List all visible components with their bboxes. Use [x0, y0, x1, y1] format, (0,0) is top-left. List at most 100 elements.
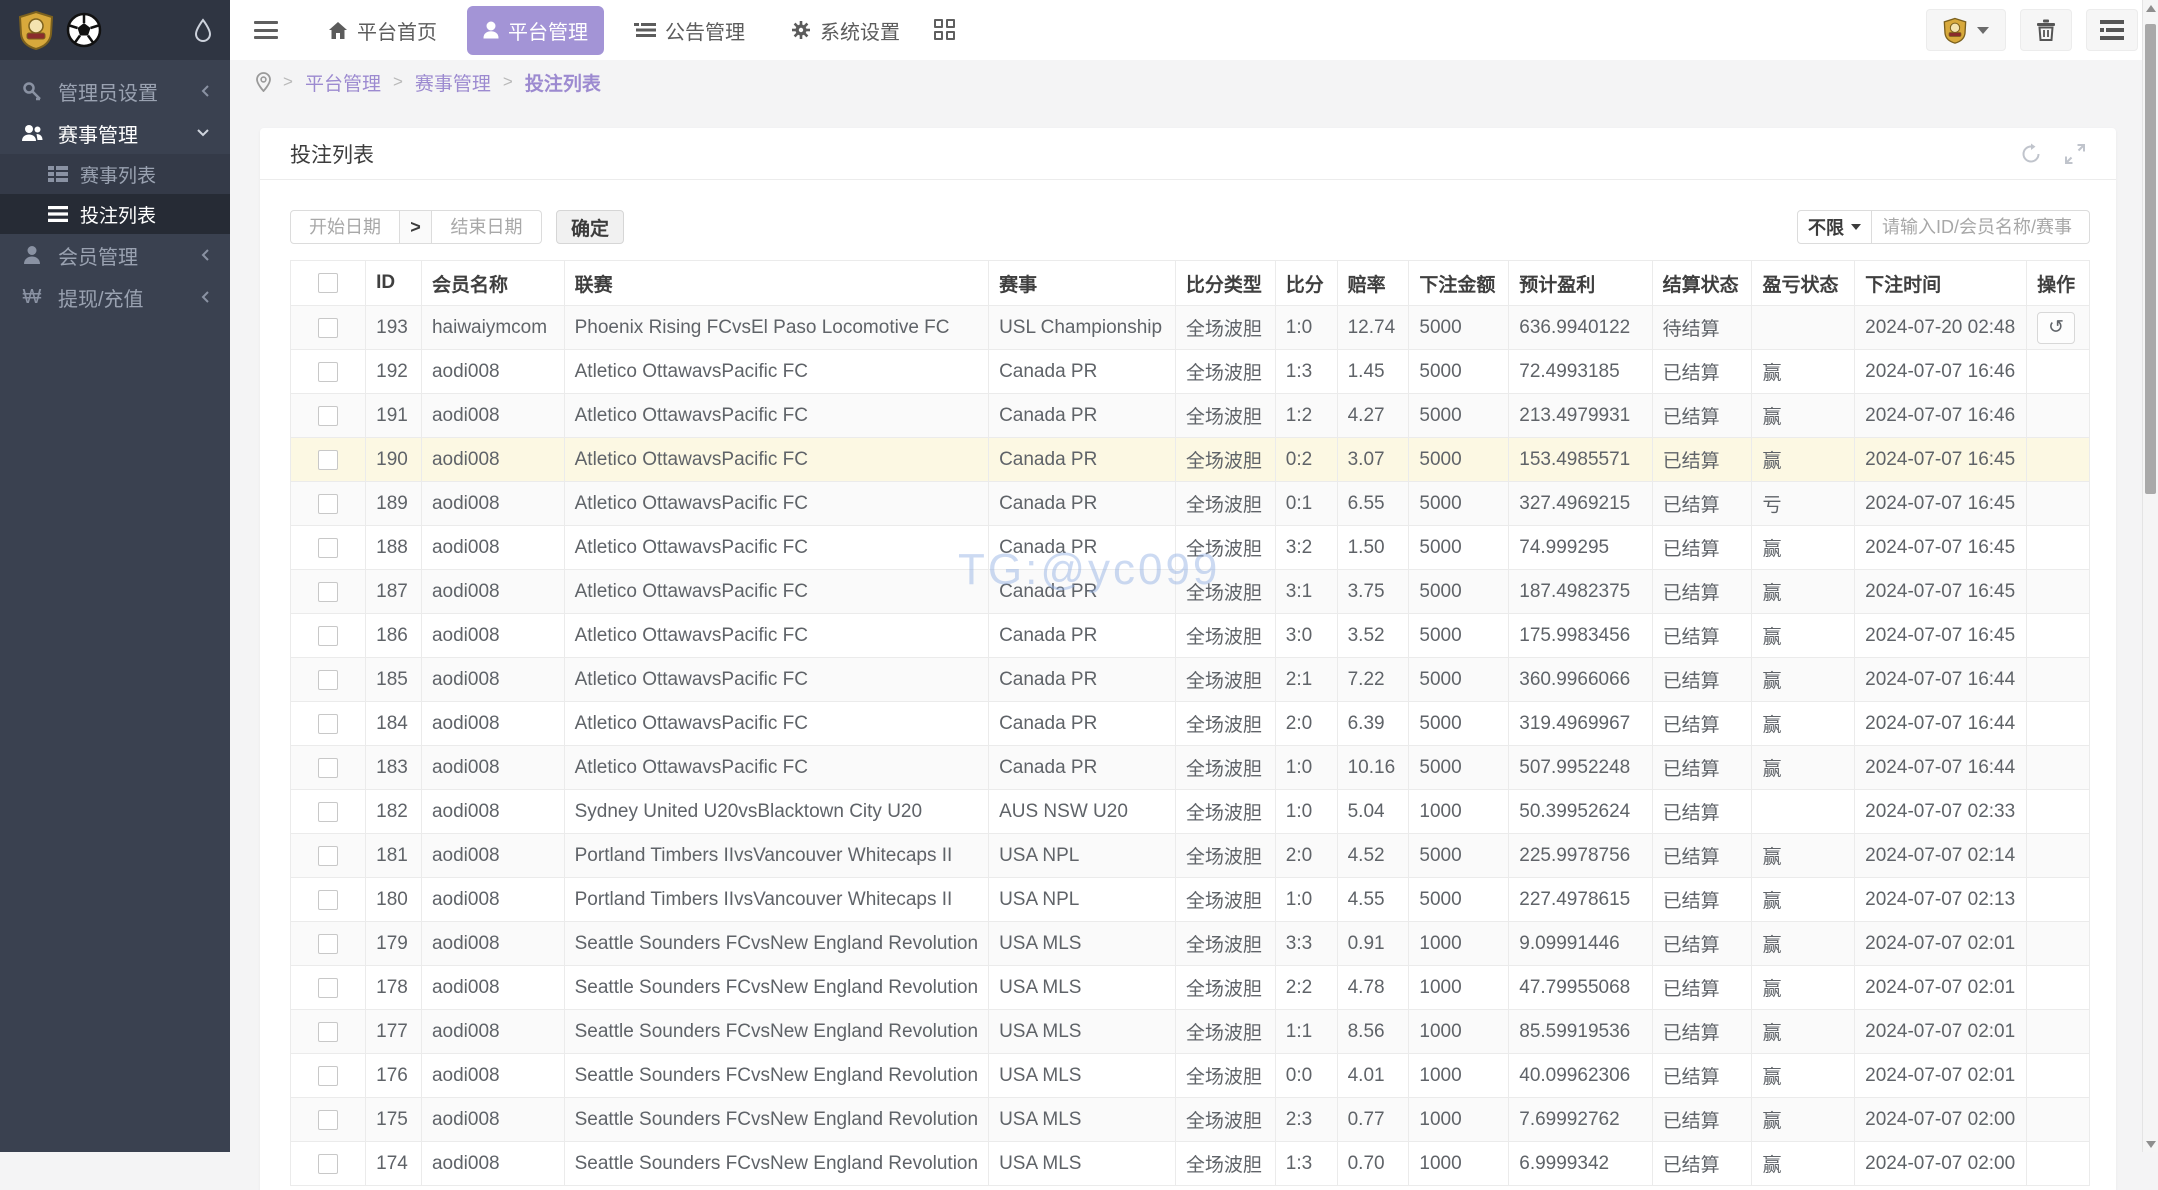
cell-amount: 5000 [1408, 877, 1510, 922]
sidebar-item-member-management[interactable]: 会员管理 [0, 234, 230, 276]
sidebar-item-withdraw-deposit[interactable]: ₩ 提现/充值 [0, 276, 230, 318]
log-list-button[interactable] [2086, 9, 2138, 51]
nav-platform-home[interactable]: 平台首页 [312, 6, 453, 55]
cell-result: 赢 [1751, 1009, 1856, 1054]
cell-amount: 5000 [1408, 833, 1510, 878]
sidebar-item-bet-list[interactable]: 投注列表 [0, 194, 230, 234]
cell-select [289, 437, 367, 482]
cell-id: 174 [365, 1141, 422, 1186]
row-checkbox[interactable] [318, 1109, 339, 1130]
date-range-arrow-button[interactable]: > [400, 210, 432, 244]
end-date-input[interactable] [432, 210, 542, 244]
cell-result: 赢 [1751, 393, 1856, 438]
row-checkbox[interactable] [318, 933, 339, 954]
nav-system-settings[interactable]: 系统设置 [775, 6, 916, 55]
row-checkbox[interactable] [318, 625, 339, 646]
nav-announcement-management[interactable]: 公告管理 [618, 6, 761, 55]
cell-league: Seattle Sounders FCvsNew England Revolut… [563, 921, 990, 966]
refresh-icon[interactable] [2020, 143, 2042, 165]
cell-amount: 5000 [1408, 613, 1510, 658]
cell-score_type: 全场波胆 [1174, 1141, 1276, 1186]
cell-select [289, 701, 367, 746]
trash-button[interactable] [2020, 9, 2072, 51]
cell-score: 2:3 [1274, 1097, 1338, 1142]
cell-select [289, 569, 367, 614]
cell-profit: 85.59919536 [1508, 1009, 1653, 1054]
scope-dropdown-button[interactable]: 不限 [1797, 210, 1872, 244]
cell-odds: 0.77 [1336, 1097, 1410, 1142]
row-checkbox[interactable] [318, 801, 339, 822]
cell-odds: 0.70 [1336, 1141, 1410, 1186]
cell-id: 175 [365, 1097, 422, 1142]
cell-amount: 5000 [1408, 745, 1510, 790]
breadcrumb-link-match-management[interactable]: 赛事管理 [415, 69, 491, 96]
cell-settle: 已结算 [1651, 613, 1753, 658]
brand-shield-icon [18, 10, 54, 50]
table-row: 180 aodi008 Portland Timbers IIvsVancouver… [289, 877, 2090, 922]
cell-profit: 50.39952624 [1508, 789, 1653, 834]
row-checkbox[interactable] [318, 757, 339, 778]
cell-action [2026, 1053, 2090, 1098]
cell-select [289, 833, 367, 878]
cell-league: Atletico OttawavsPacific FC [563, 613, 990, 658]
panel-title: 投注列表 [290, 143, 374, 167]
topbar: 平台首页 平台管理 公告管理 系统设置 [230, 0, 2158, 60]
cell-action [2026, 1009, 2090, 1054]
table-row: 191 aodi008 Atletico OttawavsPacific FC Can… [289, 393, 2090, 438]
row-checkbox[interactable] [318, 1021, 339, 1042]
cell-score: 2:0 [1274, 833, 1338, 878]
row-checkbox[interactable] [318, 713, 339, 734]
row-checkbox[interactable] [318, 537, 339, 558]
fullscreen-icon[interactable] [2064, 143, 2086, 165]
cell-select [289, 1053, 367, 1098]
bet-table-body: 193 haiwaiymcom Phoenix Rising FCvsEl Paso… [289, 305, 2090, 1186]
cell-id: 189 [365, 481, 422, 526]
sidebar-item-label: 管理员设置 [58, 82, 158, 105]
bet-table-header-row: ID 会员名称 联赛 赛事 比分类型 比分 赔率 下注金额 预计盈利 结算状态 盈亏状态 下注时间 操作 [289, 260, 2090, 306]
sidebar-item-match-management[interactable]: 赛事管理 [0, 112, 230, 154]
row-checkbox[interactable] [318, 581, 339, 602]
search-input[interactable] [1872, 210, 2090, 244]
row-checkbox[interactable] [318, 669, 339, 690]
cell-member: aodi008 [420, 1009, 565, 1054]
row-checkbox[interactable] [318, 1065, 339, 1086]
page-scrollbar[interactable] [2142, 0, 2158, 1152]
row-checkbox[interactable] [318, 449, 339, 470]
confirm-button[interactable]: 确定 [556, 210, 625, 244]
cell-odds: 4.01 [1336, 1053, 1410, 1098]
sidebar-item-match-list[interactable]: 赛事列表 [0, 154, 230, 194]
row-checkbox[interactable] [318, 493, 339, 514]
scrollbar-thumb[interactable] [2145, 24, 2156, 494]
avatar-shield-icon [1943, 17, 1967, 44]
cell-league: Atletico OttawavsPacific FC [563, 481, 990, 526]
row-checkbox[interactable] [318, 405, 339, 426]
column-header: 下注金额 [1408, 260, 1510, 306]
cell-member: aodi008 [420, 1097, 565, 1142]
hamburger-menu-icon[interactable] [254, 21, 278, 39]
users-icon [20, 123, 44, 143]
row-checkbox[interactable] [318, 845, 339, 866]
cell-action [2026, 437, 2090, 482]
row-checkbox[interactable] [318, 317, 339, 338]
scrollbar-up-arrow[interactable] [2143, 0, 2158, 16]
sidebar-item-admin-settings[interactable]: 管理员设置 [0, 70, 230, 112]
row-checkbox[interactable] [318, 1153, 339, 1174]
cell-member: aodi008 [420, 613, 565, 658]
breadcrumb-current-bet-list[interactable]: 投注列表 [525, 69, 601, 96]
start-date-input[interactable] [290, 210, 400, 244]
nav-platform-management[interactable]: 平台管理 [467, 5, 604, 55]
cell-id: 186 [365, 613, 422, 658]
select-all-checkbox[interactable] [318, 273, 339, 293]
row-checkbox[interactable] [318, 361, 339, 382]
breadcrumb-link-platform[interactable]: 平台管理 [305, 69, 381, 96]
chevron-left-icon [200, 290, 210, 304]
apps-grid-icon[interactable] [934, 19, 956, 41]
rollback-button[interactable]: ↺ [2037, 311, 2076, 344]
account-menu-button[interactable] [1926, 9, 2006, 51]
cell-settle: 已结算 [1651, 1053, 1753, 1098]
row-checkbox[interactable] [318, 889, 339, 910]
row-checkbox[interactable] [318, 977, 339, 998]
cell-select [289, 393, 367, 438]
sidebar-item-label: 投注列表 [80, 205, 157, 227]
scrollbar-down-arrow[interactable] [2143, 1136, 2158, 1152]
